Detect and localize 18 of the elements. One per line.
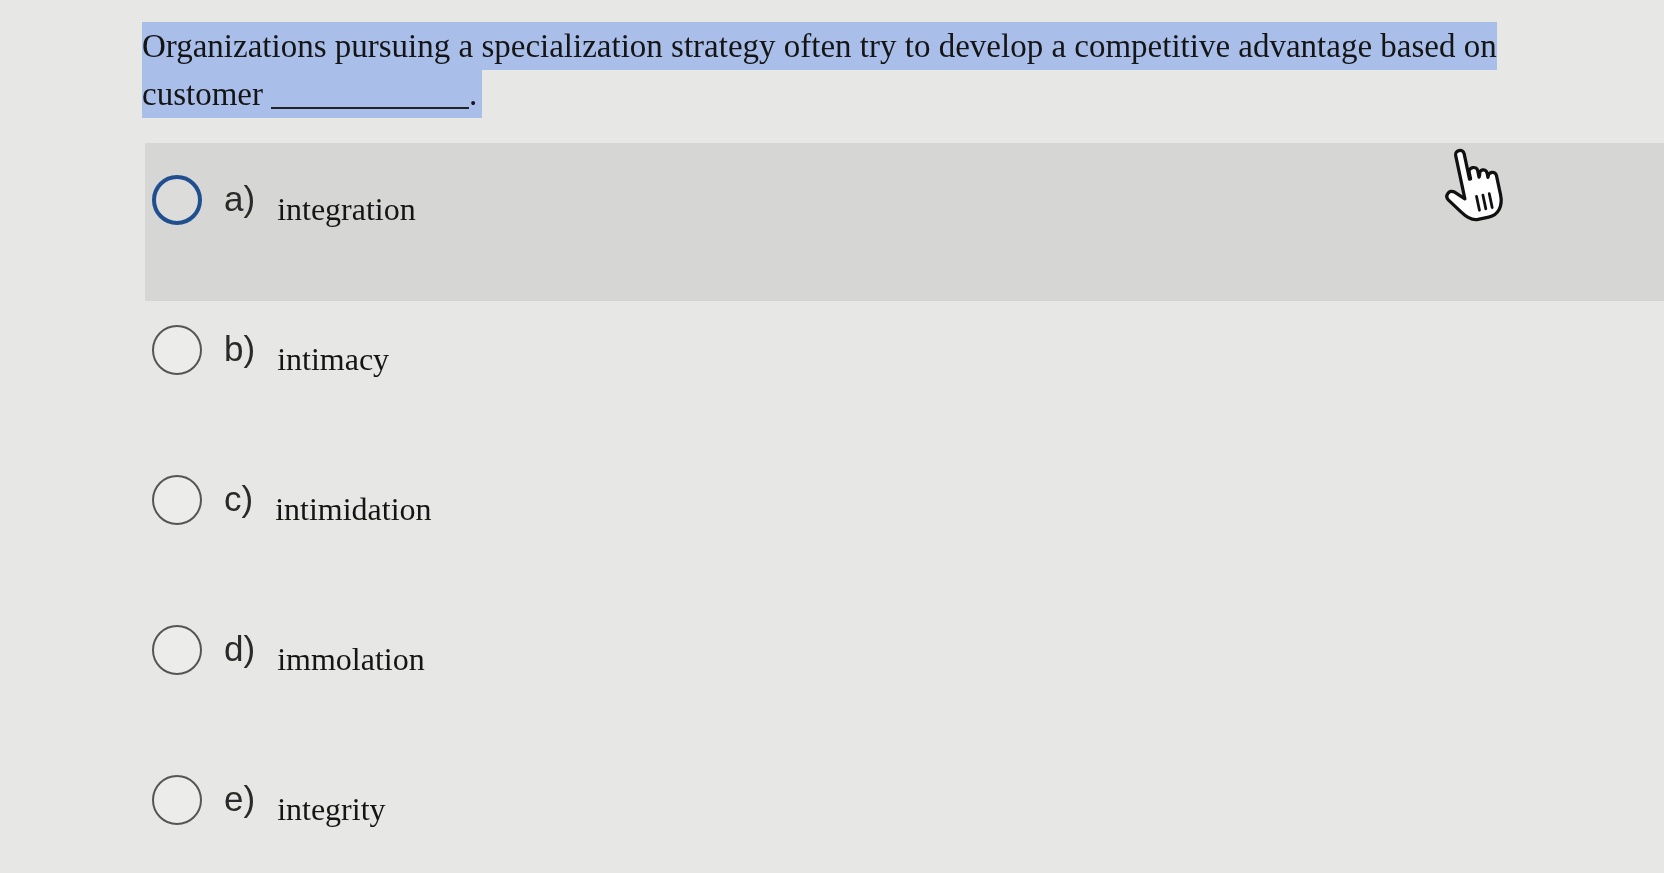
- radio-button[interactable]: [152, 325, 202, 375]
- option-text: intimacy: [277, 340, 390, 379]
- highlighted-option-row[interactable]: a) integration: [145, 143, 1664, 301]
- option-letter: a): [224, 178, 256, 220]
- radio-button[interactable]: [152, 775, 202, 825]
- option-text: immolation: [277, 640, 425, 679]
- option-letter: b): [224, 328, 256, 370]
- option-text: integrity: [277, 790, 386, 829]
- question-text: customer: [142, 70, 271, 118]
- option-letter: d): [224, 628, 256, 670]
- radio-button[interactable]: [152, 475, 202, 525]
- option-text: integration: [277, 190, 416, 229]
- radio-button[interactable]: [152, 625, 202, 675]
- option-letter: c): [224, 478, 254, 520]
- option-letter: e): [224, 778, 256, 820]
- radio-button[interactable]: [152, 175, 202, 225]
- question-text: Organizations pursuing a specialization strategy often try to develop a competitive advantage based on: [142, 22, 1497, 70]
- option-text: intimidation: [275, 490, 432, 529]
